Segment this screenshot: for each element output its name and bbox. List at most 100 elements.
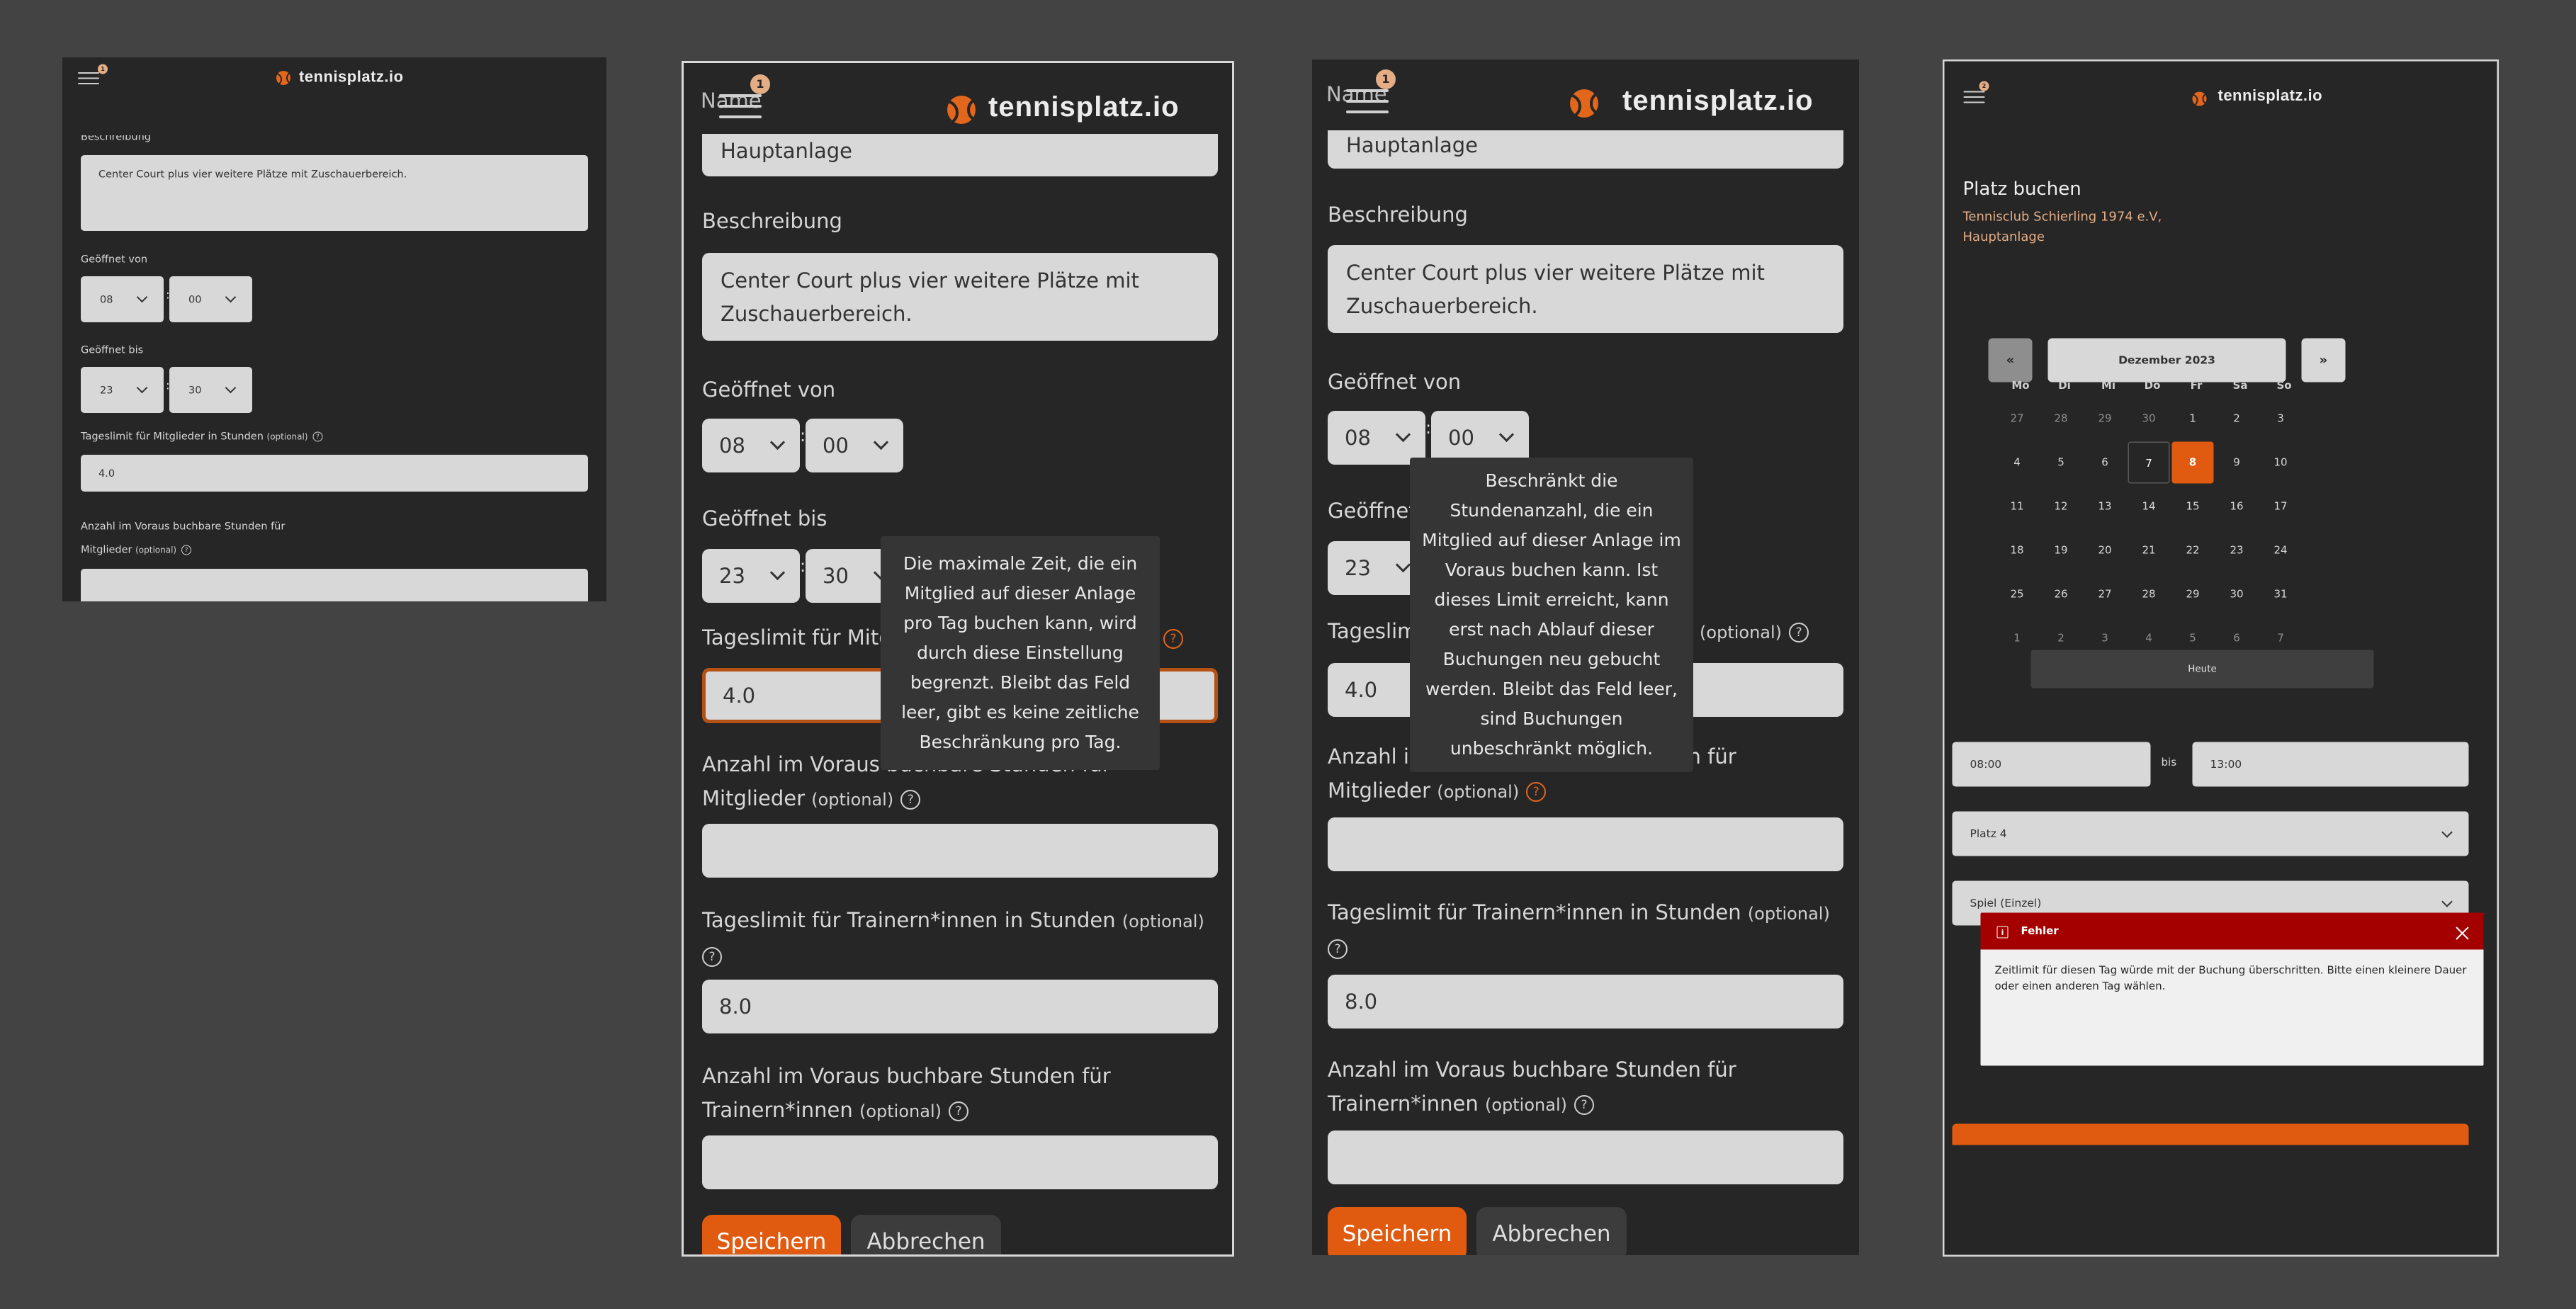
calendar-day[interactable]: 23 [2216, 530, 2258, 572]
help-icon[interactable]: ? [312, 431, 323, 442]
calendar-day[interactable]: 16 [2216, 486, 2258, 528]
cancel-button[interactable]: Abbrechen [1476, 1207, 1627, 1255]
calendar-day[interactable]: 27 [2084, 574, 2126, 616]
court-select[interactable]: Platz 4 [1952, 811, 2469, 856]
calendar-day[interactable]: 20 [2084, 530, 2126, 572]
chevron-down-icon [1395, 426, 1411, 443]
name-field[interactable]: Hauptanlage [702, 132, 1218, 176]
trainer-advance-field[interactable] [1328, 1130, 1843, 1184]
chevron-down-icon [873, 434, 889, 450]
calendar-day[interactable]: 29 [2084, 398, 2126, 440]
member-daily-limit-field[interactable]: 4.0 [81, 455, 588, 492]
open-from-hour-select[interactable]: 08 [81, 276, 164, 322]
error-toast: i Fehler Zeitlimit für diesen Tag würde … [1980, 912, 2484, 1066]
brand-logo[interactable]: tennisplatz.io [1622, 85, 1814, 117]
calendar-day[interactable]: 3 [2260, 398, 2302, 440]
help-icon[interactable]: ? [181, 545, 192, 555]
calendar-day[interactable]: 19 [2040, 530, 2082, 572]
calendar-day[interactable]: 15 [2172, 486, 2214, 528]
trainer-advance-label: Anzahl im Voraus buchbare Stunden für Tra… [1328, 1053, 1736, 1122]
trainer-advance-field[interactable] [702, 1135, 1218, 1189]
weekday-header: Mi [2101, 379, 2116, 392]
calendar-day[interactable]: 12 [2040, 486, 2082, 528]
open-from-hour-select[interactable]: 08 [1328, 411, 1425, 465]
open-from-minute-select[interactable]: 00 [806, 419, 903, 472]
book-button[interactable] [1952, 1123, 2469, 1145]
calendar-day[interactable]: 21 [2128, 530, 2170, 572]
calendar-day[interactable]: 28 [2040, 398, 2082, 440]
help-icon[interactable]: ? [1163, 629, 1184, 649]
member-advance-field[interactable] [1328, 817, 1843, 871]
chevron-down-icon [225, 291, 237, 303]
calendar-day[interactable]: 6 [2084, 442, 2126, 484]
save-button[interactable]: Speichern [702, 1215, 841, 1254]
help-icon[interactable]: ? [900, 790, 921, 810]
trainer-daily-limit-field[interactable]: 8.0 [702, 980, 1218, 1033]
label-text: Anzahl im Voraus buchbare Stunden für [1328, 1058, 1736, 1082]
calendar-day[interactable]: 28 [2128, 574, 2170, 616]
brand-logo[interactable]: tennisplatz.io [2218, 87, 2323, 105]
brand-logo[interactable]: tennisplatz.io [988, 91, 1180, 123]
brand-logo[interactable]: tennisplatz.io [299, 68, 404, 86]
calendar-day[interactable]: 11 [1996, 486, 2038, 528]
menu-icon[interactable] [719, 94, 762, 118]
help-icon[interactable]: ? [948, 1101, 968, 1121]
help-icon[interactable]: ? [702, 947, 722, 967]
name-field[interactable]: Hauptanlage [1328, 128, 1843, 169]
calendar-day[interactable]: 30 [2216, 574, 2258, 616]
next-month-button[interactable]: » [2301, 338, 2346, 382]
calendar-day[interactable]: 18 [1996, 530, 2038, 572]
member-advance-label: Anzahl im Voraus buchbare Stunden für Mit… [81, 514, 285, 562]
member-advance-field[interactable] [81, 569, 588, 601]
description-field[interactable]: Center Court plus vier weitere Plätze mi… [81, 155, 588, 231]
description-field[interactable]: Center Court plus vier weitere Plätze mi… [1328, 245, 1843, 333]
close-icon[interactable] [2456, 926, 2470, 941]
optional-tag: (optional) [1484, 1095, 1567, 1115]
calendar-day[interactable]: 30 [2128, 398, 2170, 440]
calendar-day[interactable]: 26 [2040, 574, 2082, 616]
help-icon[interactable]: ? [1526, 782, 1547, 802]
calendar-day[interactable]: 24 [2260, 530, 2302, 572]
notification-badge: 1 [1376, 69, 1396, 89]
calendar-day[interactable]: 17 [2260, 486, 2302, 528]
today-button[interactable]: Heute [2030, 650, 2374, 688]
calendar-day[interactable]: 29 [2172, 574, 2214, 616]
label-text: Tageslimit für Mitglieder in Stunden [81, 430, 264, 442]
calendar-day[interactable]: 8 [2171, 441, 2214, 484]
open-until-hour-select[interactable]: 23 [702, 549, 800, 603]
help-icon[interactable]: ? [1574, 1095, 1594, 1115]
calendar-day[interactable]: 10 [2260, 442, 2302, 484]
help-icon[interactable]: ? [1789, 623, 1809, 642]
save-button[interactable]: Speichern [1328, 1207, 1467, 1255]
open-from-minute-select[interactable]: 00 [1431, 411, 1529, 465]
calendar-day[interactable]: 7 [2128, 441, 2170, 484]
cancel-button[interactable]: Abbrechen [851, 1215, 1001, 1254]
calendar-day[interactable]: 22 [2172, 530, 2214, 572]
time-to-field[interactable]: 13:00 [2192, 742, 2469, 787]
calendar-day[interactable]: 2 [2216, 398, 2258, 440]
screen-panel-1: Name Hauptanlage 1 tennisplatz.io Beschr… [62, 57, 606, 601]
open-from-hour-select[interactable]: 08 [702, 419, 800, 472]
menu-icon[interactable] [1346, 89, 1389, 113]
menu-icon[interactable] [1963, 91, 1985, 103]
calendar-day[interactable]: 14 [2128, 486, 2170, 528]
calendar-day[interactable]: 31 [2260, 574, 2302, 616]
description-field[interactable]: Center Court plus vier weitere Plätze mi… [702, 253, 1218, 341]
menu-icon[interactable] [78, 72, 99, 84]
calendar-day[interactable]: 1 [2172, 398, 2214, 440]
time-from-field[interactable]: 08:00 [1952, 742, 2151, 787]
open-until-hour-select[interactable]: 23 [81, 367, 164, 413]
help-icon[interactable]: ? [1328, 939, 1348, 959]
calendar-day[interactable]: 13 [2084, 486, 2126, 528]
member-advance-field[interactable] [702, 824, 1218, 878]
calendar-day[interactable]: 9 [2216, 442, 2258, 484]
calendar-day[interactable]: 4 [1996, 442, 2038, 484]
trainer-daily-limit-field[interactable]: 8.0 [1328, 975, 1843, 1028]
label-text: Trainern*innen [702, 1098, 853, 1122]
open-from-minute-select[interactable]: 00 [169, 276, 252, 322]
calendar-day[interactable]: 27 [1996, 398, 2038, 440]
open-until-minute-select[interactable]: 30 [169, 367, 252, 413]
calendar-day[interactable]: 25 [1996, 574, 2038, 616]
open-from-hour-value: 08 [100, 293, 113, 305]
calendar-day[interactable]: 5 [2040, 442, 2082, 484]
